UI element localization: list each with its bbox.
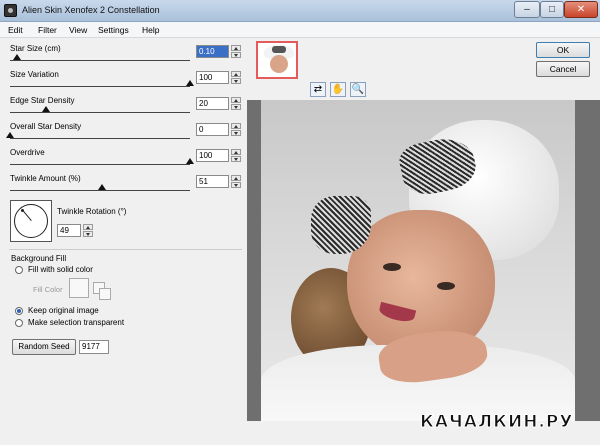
param-label: Edge Star Density [10, 96, 75, 105]
photo-eye [437, 282, 455, 290]
spin-down-icon[interactable] [231, 104, 241, 110]
param-overdrive: Overdrive 100 [10, 144, 242, 170]
spin-buttons[interactable] [231, 175, 241, 188]
spin-down-icon[interactable] [231, 52, 241, 58]
spin-buttons[interactable] [231, 45, 241, 58]
spin-up-icon[interactable] [231, 175, 241, 181]
make-transparent-label[interactable]: Make selection transparent [28, 318, 124, 327]
app-icon [4, 4, 17, 17]
photo-bow-second [311, 196, 371, 254]
param-label: Overall Star Density [10, 122, 82, 131]
param-label: Size Variation [10, 70, 59, 79]
slider-track[interactable] [10, 164, 190, 165]
menu-bar: Edit Filter View Settings Help [0, 22, 600, 38]
background-fill-group: Background Fill Fill with solid color Fi… [9, 249, 242, 334]
param-label: Star Size (cm) [10, 44, 61, 53]
twinkle-rotation-input[interactable]: 49 [57, 224, 81, 237]
maximize-button[interactable]: □ [540, 1, 564, 18]
cancel-button[interactable]: Cancel [536, 61, 590, 77]
slider-track[interactable] [10, 112, 190, 113]
spin-down-icon[interactable] [231, 156, 241, 162]
menu-help[interactable]: Help [142, 25, 159, 35]
slider-track[interactable] [10, 190, 190, 191]
spin-buttons[interactable] [231, 123, 241, 136]
spin-up-icon[interactable] [231, 71, 241, 77]
slider-track[interactable] [10, 60, 190, 61]
minimize-button[interactable]: – [514, 1, 540, 18]
slider-thumb[interactable] [42, 106, 50, 112]
slider-thumb[interactable] [186, 158, 194, 164]
background-fill-title: Background Fill [11, 254, 67, 263]
spin-buttons[interactable] [231, 97, 241, 110]
param-label: Overdrive [10, 148, 45, 157]
size-variation-input[interactable]: 100 [196, 71, 229, 84]
fill-color-swatch[interactable] [69, 278, 89, 298]
param-overall-star-density: Overall Star Density 0 [6, 118, 242, 144]
navigator-thumbnail[interactable] [256, 41, 298, 79]
window-title: Alien Skin Xenofex 2 Constellation [22, 5, 160, 15]
ok-button[interactable]: OK [536, 42, 590, 58]
twinkle-rotation-label: Twinkle Rotation (°) [57, 207, 127, 216]
random-seed-input[interactable]: 9177 [79, 340, 109, 354]
dial-circle [14, 204, 48, 238]
overdrive-input[interactable]: 100 [196, 149, 229, 162]
thumbnail-face [270, 55, 288, 73]
param-size-variation: Size Variation 100 [10, 66, 242, 92]
spin-up-icon[interactable] [231, 45, 241, 51]
slider-thumb[interactable] [6, 132, 14, 138]
spin-up-icon[interactable] [231, 97, 241, 103]
zoom-tool-icon[interactable]: 🔍 [350, 82, 366, 97]
slider-thumb[interactable] [13, 54, 21, 60]
slider-track[interactable] [10, 86, 190, 87]
spin-up-icon[interactable] [231, 123, 241, 129]
star-size-input[interactable]: 0.10 [196, 45, 229, 58]
parameter-panel: Star Size (cm) 0.10 Size Variation 100 E… [0, 38, 247, 445]
menu-edit[interactable]: Edit [8, 25, 23, 35]
spin-down-icon[interactable] [83, 231, 93, 237]
rotation-dial[interactable] [10, 200, 52, 242]
navigate-icon[interactable]: ⇄ [310, 82, 326, 97]
slider-thumb[interactable] [186, 80, 194, 86]
twinkle-amount-input[interactable]: 51 [196, 175, 229, 188]
param-edge-star-density: Edge Star Density 20 [10, 92, 242, 118]
menu-settings[interactable]: Settings [98, 25, 129, 35]
fill-solid-radio[interactable] [15, 266, 23, 274]
slider-track[interactable] [10, 138, 190, 139]
title-bar: Alien Skin Xenofex 2 Constellation – □ ✕ [0, 0, 600, 22]
slider-thumb[interactable] [98, 184, 106, 190]
spin-down-icon[interactable] [231, 182, 241, 188]
preview-photo [261, 100, 575, 421]
keep-original-radio[interactable] [15, 307, 23, 315]
fill-color-swatch-tertiary[interactable] [99, 288, 111, 300]
make-transparent-radio[interactable] [15, 319, 23, 327]
keep-original-label[interactable]: Keep original image [28, 306, 99, 315]
preview-toolbar: ⇄ ✋ 🔍 [247, 38, 527, 97]
param-star-size: Star Size (cm) 0.10 [10, 40, 242, 66]
spin-up-icon[interactable] [231, 149, 241, 155]
spin-buttons[interactable] [83, 224, 93, 237]
hand-tool-icon[interactable]: ✋ [330, 82, 346, 97]
close-button[interactable]: ✕ [564, 1, 598, 18]
spin-down-icon[interactable] [231, 78, 241, 84]
param-twinkle-amount: Twinkle Amount (%) 51 [10, 170, 242, 196]
photo-eye [383, 263, 401, 271]
spin-buttons[interactable] [231, 149, 241, 162]
random-seed-button[interactable]: Random Seed [12, 339, 76, 355]
edge-star-density-input[interactable]: 20 [196, 97, 229, 110]
fill-solid-label[interactable]: Fill with solid color [28, 265, 93, 274]
spin-up-icon[interactable] [83, 224, 93, 230]
spin-buttons[interactable] [231, 71, 241, 84]
watermark: КАЧАЛКИН.РУ [419, 412, 574, 433]
menu-view[interactable]: View [69, 25, 87, 35]
preview-area[interactable] [247, 100, 600, 421]
spin-down-icon[interactable] [231, 130, 241, 136]
param-label: Twinkle Amount (%) [10, 174, 81, 183]
menu-filter[interactable]: Filter [38, 25, 57, 35]
thumbnail-bow [272, 46, 286, 53]
overall-star-density-input[interactable]: 0 [196, 123, 229, 136]
fill-color-label: Fill Color [33, 285, 63, 294]
